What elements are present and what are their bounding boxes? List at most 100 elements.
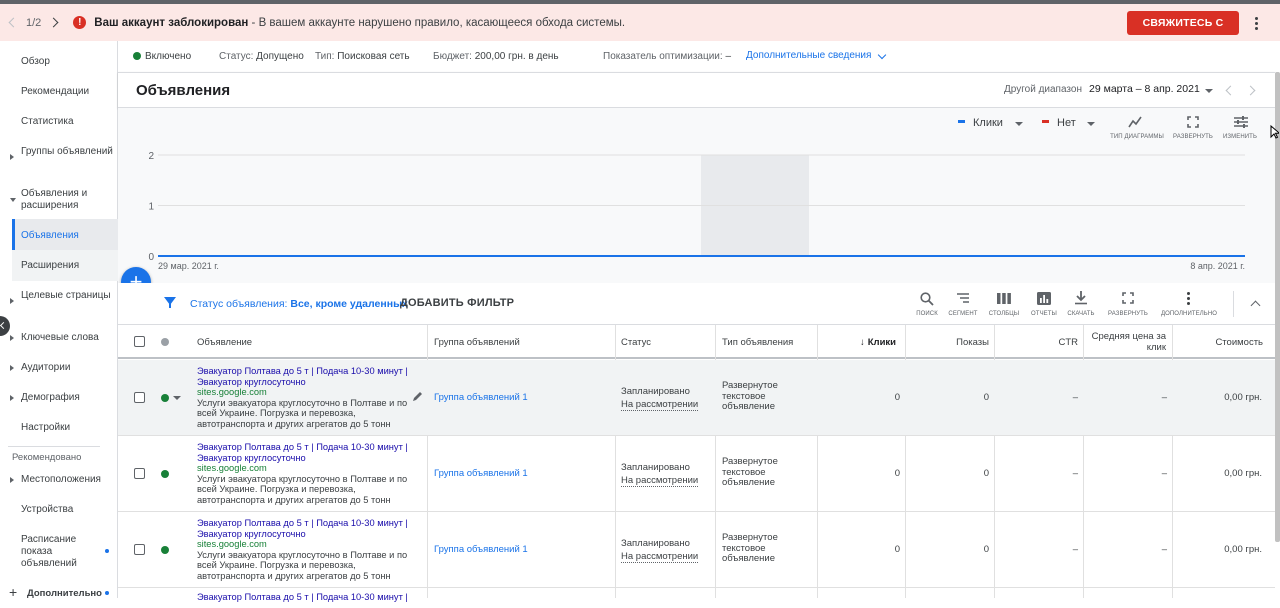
sidebar-item-statistics[interactable]: Статистика (21, 116, 113, 128)
columns-tool-label[interactable]: СТОЛБЦЫ (984, 311, 1024, 317)
sidebar-item-devices[interactable]: Устройства (21, 504, 113, 516)
sidebar-item-overview[interactable]: Обзор (21, 56, 113, 68)
ctr-value: – (1072, 544, 1078, 555)
more-details-link[interactable]: Дополнительные сведения (746, 50, 871, 61)
table-row[interactable]: Эвакуатор Полтава до 5 т | Подача 10-30 … (118, 588, 1275, 608)
reports-icon[interactable] (1037, 292, 1051, 305)
row-checkbox[interactable] (134, 544, 145, 555)
status-under-review[interactable]: На рассмотрении (621, 399, 699, 411)
sidebar-item-extensions[interactable]: Расширения (21, 260, 113, 272)
chevron-right-icon[interactable] (48, 17, 59, 28)
more-vert-icon[interactable] (1187, 292, 1191, 307)
ad-group-link[interactable]: Группа объявлений 1 (434, 392, 528, 403)
status-under-review[interactable]: На рассмотрении (621, 551, 699, 563)
search-tool-label[interactable]: ПОИСК (910, 311, 944, 317)
expand-arrow-icon[interactable] (10, 477, 14, 483)
sidebar-item-settings[interactable]: Настройки (21, 422, 113, 434)
sidebar-item-landing-pages[interactable]: Целевые страницы (21, 290, 113, 302)
sidebar-item-audiences[interactable]: Аудитории (21, 362, 113, 374)
sidebar-item-ad-groups[interactable]: Группы объявлений (21, 146, 113, 158)
row-checkbox[interactable] (134, 392, 145, 403)
select-all-checkbox[interactable] (134, 336, 145, 347)
filter-chip[interactable]: Статус объявления: Все, кроме удаленных (190, 298, 408, 310)
segment-icon[interactable] (956, 293, 970, 304)
collapse-arrow-icon[interactable] (10, 198, 16, 202)
reports-tool-label[interactable]: ОТЧЕТЫ (1026, 311, 1062, 317)
optimization-label: Показатель оптимизации: (603, 51, 723, 62)
sidebar-item-ads-extensions[interactable]: Объявления и расширения (21, 188, 113, 212)
chevron-up-icon[interactable] (1250, 300, 1261, 311)
col-header-clicks[interactable]: ↓ Клики (860, 337, 896, 348)
chevron-left-icon (0, 321, 8, 330)
row-checkbox[interactable] (134, 468, 145, 479)
ad-headline[interactable]: Эвакуатор Полтава до 5 т | Подача 10-30 … (197, 366, 413, 387)
ad-headline[interactable]: Эвакуатор Полтава до 5 т | Подача 10-30 … (197, 442, 413, 463)
contact-us-button[interactable]: СВЯЖИТЕСЬ С НАМИ (1127, 11, 1239, 53)
enabled-dot-icon (133, 52, 141, 60)
table-row[interactable]: Эвакуатор Полтава до 5 т | Подача 10-30 … (118, 360, 1275, 436)
filter-label: Статус объявления: (190, 298, 288, 310)
page-scrollbar[interactable] (1275, 72, 1280, 542)
pencil-icon[interactable] (412, 391, 423, 402)
sidebar-item-ads[interactable]: Объявления (21, 230, 113, 242)
ad-group-link[interactable]: Группа объявлений 1 (434, 544, 528, 555)
fullscreen-icon[interactable] (1122, 292, 1134, 304)
cost-value: 0,00 грн. (1224, 468, 1262, 479)
ad-preview[interactable]: Эвакуатор Полтава до 5 т | Подача 10-30 … (197, 518, 413, 582)
sidebar-item-locations[interactable]: Местоположения (21, 474, 113, 486)
ad-headline[interactable]: Эвакуатор Полтава до 5 т | Подача 10-30 … (197, 592, 413, 603)
search-icon[interactable] (920, 292, 934, 306)
table-row[interactable]: Эвакуатор Полтава до 5 т | Подача 10-30 … (118, 436, 1275, 512)
expand-arrow-icon[interactable] (10, 365, 14, 371)
sidebar-item-ad-schedule[interactable]: Расписание показа объявлений (21, 534, 101, 570)
expand-arrow-icon[interactable] (10, 154, 14, 160)
col-header-ad-type[interactable]: Тип объявления (722, 337, 793, 348)
ad-preview[interactable]: Эвакуатор Полтава до 5 т | Подача 10-30 … (197, 592, 413, 603)
performance-chart: Клики Нет ТИП ДИАГРАММЫ РАЗВЕРНУТЬ ИЗМЕН… (118, 108, 1275, 283)
status-under-review[interactable]: На рассмотрении (621, 475, 699, 487)
ad-group-link[interactable]: Группа объявлений 1 (434, 468, 528, 479)
enabled-status-icon[interactable] (161, 546, 169, 554)
expand-tool-label[interactable]: РАЗВЕРНУТЬ (1105, 311, 1151, 317)
caret-down-icon[interactable] (1205, 89, 1213, 93)
expand-arrow-icon[interactable] (10, 298, 14, 304)
enabled-status-icon[interactable] (161, 394, 169, 402)
avg-cpc-value: – (1161, 392, 1167, 403)
expand-arrow-icon[interactable] (10, 395, 14, 401)
ctr-value: – (1072, 392, 1078, 403)
col-header-avg-cpc[interactable]: Средняя цена за клик (1088, 331, 1166, 353)
table-row[interactable]: Эвакуатор Полтава до 5 т | Подача 10-30 … (118, 512, 1275, 588)
col-header-ctr[interactable]: CTR (1038, 337, 1078, 348)
sidebar-item-recommendations[interactable]: Рекомендации (21, 86, 113, 98)
sidebar-item-keywords[interactable]: Ключевые слова (21, 332, 113, 344)
chevron-down-icon[interactable] (877, 50, 887, 60)
prev-period-icon[interactable] (1225, 85, 1236, 96)
enabled-status-icon[interactable] (161, 470, 169, 478)
chevron-left-icon[interactable] (8, 17, 19, 28)
campaign-state[interactable]: Включено (133, 51, 191, 62)
add-filter-button[interactable]: ДОБАВИТЬ ФИЛЬТР (400, 297, 514, 309)
next-period-icon[interactable] (1245, 85, 1256, 96)
avg-cpc-value: – (1161, 468, 1167, 479)
col-header-status[interactable]: Статус (621, 337, 651, 348)
expand-arrow-icon[interactable] (10, 335, 14, 341)
date-range-picker[interactable]: 29 марта – 8 апр. 2021 (1089, 83, 1200, 95)
col-header-impressions[interactable]: Показы (956, 337, 989, 348)
more-vert-icon[interactable] (1255, 17, 1259, 32)
plus-icon[interactable]: + (9, 585, 17, 599)
status-dropdown-icon[interactable] (173, 396, 181, 400)
download-tool-label[interactable]: СКАЧАТЬ (1062, 311, 1100, 317)
impressions-value: 0 (983, 544, 989, 555)
sidebar-item-demographics[interactable]: Демография (21, 392, 113, 404)
col-header-ad-group[interactable]: Группа объявлений (434, 337, 520, 348)
ad-headline[interactable]: Эвакуатор Полтава до 5 т | Подача 10-30 … (197, 518, 413, 539)
budget-item[interactable]: Бюджет: 200,00 грн. в день (433, 51, 559, 62)
download-icon[interactable] (1075, 291, 1087, 305)
segment-tool-label[interactable]: СЕГМЕНТ (945, 311, 981, 317)
more-tool-label[interactable]: ДОПОЛНИТЕЛЬНО (1158, 311, 1220, 317)
ad-preview[interactable]: Эвакуатор Полтава до 5 т | Подача 10-30 … (197, 366, 413, 430)
col-header-cost[interactable]: Стоимость (1188, 337, 1263, 348)
ad-preview[interactable]: Эвакуатор Полтава до 5 т | Подача 10-30 … (197, 442, 413, 506)
columns-icon[interactable] (997, 293, 1011, 304)
col-header-ad[interactable]: Объявление (197, 337, 252, 348)
